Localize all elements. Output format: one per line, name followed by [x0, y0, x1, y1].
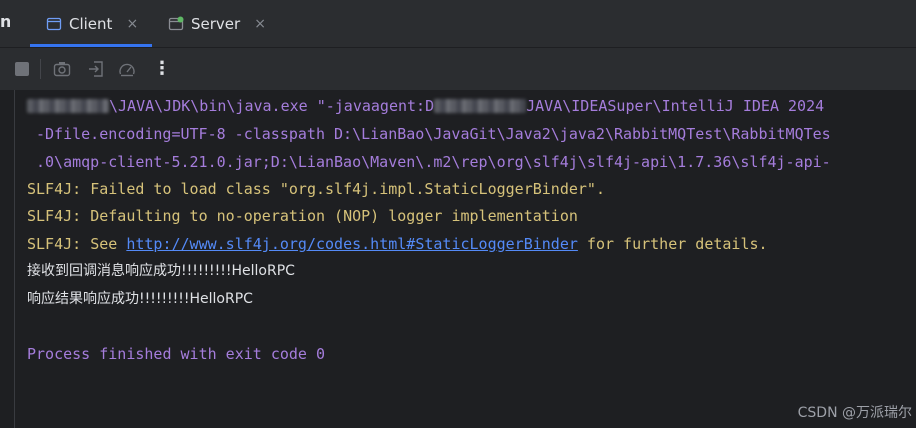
watermark: CSDN @万派瑞尔	[797, 405, 912, 421]
exit-status-line: Process finished with exit code 0	[27, 345, 326, 363]
command-line-1: \JAVA\JDK\bin\java.exe "-javaagent:D JAVA…	[27, 96, 824, 116]
tab-server[interactable]: Server ×	[166, 0, 276, 47]
console-output[interactable]: \JAVA\JDK\bin\java.exe "-javaagent:D JAVA…	[14, 90, 916, 428]
console-running-icon	[168, 16, 184, 32]
close-icon[interactable]: ×	[254, 16, 266, 32]
slf4j-warning-2: SLF4J: Defaulting to no-operation (NOP) …	[27, 207, 578, 225]
restore-layout-icon[interactable]	[87, 60, 105, 78]
gauge-icon[interactable]	[118, 60, 136, 78]
output-line-1: 接收到回调消息响应成功!!!!!!!!!HelloRPC	[27, 263, 295, 279]
stop-icon[interactable]	[13, 60, 31, 78]
slf4j-warning-3: SLF4J: See http://www.slf4j.org/codes.ht…	[27, 235, 768, 253]
tab-bar: n Client × Server ×	[0, 0, 916, 48]
console-toolbar: ⋮	[0, 48, 916, 90]
output-line-2: 响应结果响应成功!!!!!!!!!HelloRPC	[27, 291, 253, 307]
tab-client[interactable]: Client ×	[30, 0, 153, 47]
tab-label: Server	[191, 14, 241, 33]
slf4j-warning-1: SLF4J: Failed to load class "org.slf4j.i…	[27, 180, 605, 198]
camera-icon[interactable]	[53, 60, 71, 78]
redacted-path	[27, 99, 109, 113]
console-gutter	[0, 90, 14, 428]
console-icon	[46, 16, 62, 32]
tab-label: Client	[69, 14, 113, 33]
command-line-2: -Dfile.encoding=UTF-8 -classpath D:\Lian…	[36, 125, 831, 143]
tab-edge-label: n	[0, 12, 10, 31]
redacted-path	[434, 99, 527, 113]
slf4j-codes-link[interactable]: http://www.slf4j.org/codes.html#StaticLo…	[126, 235, 578, 253]
command-line-3: .0\amqp-client-5.21.0.jar;D:\LianBao\Mav…	[36, 153, 831, 171]
close-icon[interactable]: ×	[126, 16, 138, 32]
toolbar-divider	[40, 59, 41, 79]
more-options-icon[interactable]: ⋮	[153, 58, 171, 79]
